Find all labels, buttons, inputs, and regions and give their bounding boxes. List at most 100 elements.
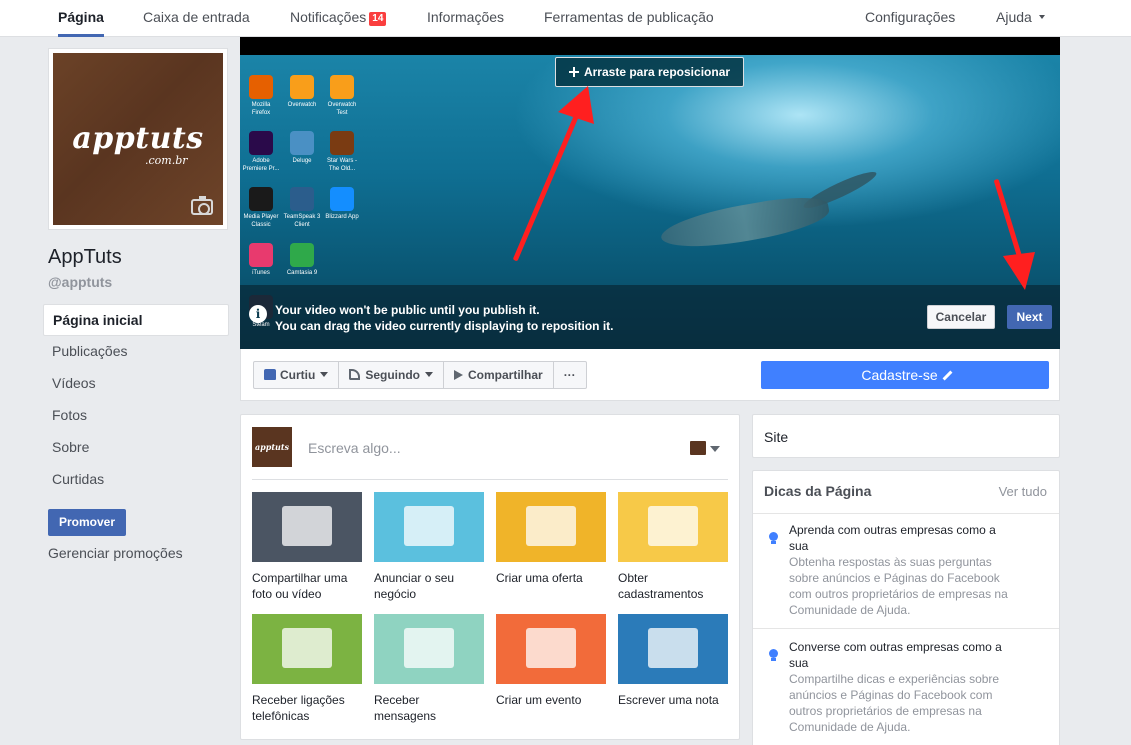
promote-button[interactable]: Promover bbox=[48, 509, 126, 536]
lightbulb-icon bbox=[767, 649, 779, 661]
share-label: Compartilhar bbox=[468, 368, 543, 382]
help-menu[interactable]: Ajuda bbox=[996, 0, 1045, 37]
see-all-link[interactable]: Ver tudo bbox=[999, 484, 1047, 499]
more-options-button[interactable]: ··· bbox=[554, 362, 586, 388]
app-icon bbox=[330, 131, 354, 155]
cover-message-line: Your video won't be public until you pub… bbox=[275, 303, 540, 317]
sidebar-item-videos[interactable]: Vídeos bbox=[43, 368, 229, 400]
tile-graphic bbox=[648, 506, 698, 546]
tab-label: Informações bbox=[427, 9, 505, 25]
tile-label: Obter cadastramentos bbox=[618, 571, 704, 601]
pencil-icon bbox=[942, 370, 953, 381]
drag-to-reposition-button[interactable]: Arraste para reposicionar bbox=[555, 57, 744, 87]
profile-picture[interactable]: apptuts .com.br bbox=[48, 48, 228, 230]
logo-text: apptuts bbox=[72, 121, 204, 156]
camera-icon[interactable] bbox=[191, 196, 213, 215]
chevron-down-icon[interactable] bbox=[710, 446, 720, 452]
composer-tile[interactable]: Obter cadastramentos bbox=[618, 492, 728, 602]
arrow-head-up-icon bbox=[558, 86, 594, 124]
tab-publishing-tools[interactable]: Ferramentas de publicação bbox=[544, 0, 714, 37]
page-name: AppTuts bbox=[48, 246, 122, 268]
tile-label: Escrever uma nota bbox=[618, 693, 719, 707]
logo-subtext: .com.br bbox=[145, 154, 188, 167]
tip-title[interactable]: Aprenda com outras empresas como a sua bbox=[789, 522, 1011, 554]
desktop-icon: Deluge bbox=[283, 131, 321, 165]
liked-button[interactable]: Curtiu bbox=[254, 362, 340, 388]
signup-button[interactable]: Cadastre-se bbox=[761, 361, 1049, 389]
signup-label: Cadastre-se bbox=[861, 367, 938, 383]
desktop-icon-label: Blizzard App bbox=[325, 214, 359, 220]
sidebar-item-photos[interactable]: Fotos bbox=[43, 400, 229, 432]
tab-notifications[interactable]: Notificações 14 bbox=[290, 0, 387, 37]
tab-label: Caixa de entrada bbox=[143, 9, 250, 25]
tile-label: Criar um evento bbox=[496, 693, 582, 707]
tile-label: Receber ligações telefônicas bbox=[252, 693, 345, 723]
tab-label: Notificações bbox=[290, 9, 367, 25]
following-button[interactable]: Seguindo bbox=[339, 362, 444, 388]
tips-title: Dicas da Página bbox=[764, 483, 872, 499]
tab-pagina[interactable]: Página bbox=[58, 0, 104, 37]
composer-tile[interactable]: Anunciar o seu negócio bbox=[374, 492, 484, 602]
tile-illustration-icon bbox=[252, 492, 362, 562]
tile-illustration-icon bbox=[496, 492, 606, 562]
cover-message-line: You can drag the video currently display… bbox=[275, 319, 614, 333]
desktop-icon: TeamSpeak 3 Client bbox=[283, 187, 321, 229]
chevron-down-icon bbox=[1038, 15, 1045, 19]
tab-label: Ferramentas de publicação bbox=[544, 9, 714, 25]
app-icon bbox=[290, 131, 314, 155]
composer-tile[interactable]: Criar uma oferta bbox=[496, 492, 606, 586]
tile-graphic bbox=[648, 628, 698, 668]
page-avatar-mini-icon[interactable] bbox=[690, 441, 706, 455]
settings-label: Configurações bbox=[865, 9, 956, 25]
arrow-head-down-icon bbox=[1003, 252, 1035, 290]
tile-graphic bbox=[282, 506, 332, 546]
tile-illustration-icon bbox=[618, 492, 728, 562]
composer-tile[interactable]: Escrever uma nota bbox=[618, 614, 728, 708]
sidebar-item-posts[interactable]: Publicações bbox=[43, 336, 229, 368]
desktop-icon-label: Mozilla Firefox bbox=[251, 102, 271, 116]
desktop-icon-label: Star Wars - The Old... bbox=[326, 158, 358, 172]
avatar: apptuts bbox=[252, 427, 292, 467]
page-handle[interactable]: @apptuts bbox=[48, 274, 112, 290]
sidebar-item-home[interactable]: Página inicial bbox=[43, 304, 229, 336]
tile-label: Anunciar o seu negócio bbox=[374, 571, 455, 601]
share-button[interactable]: Compartilhar bbox=[444, 362, 554, 388]
manage-promotions-link[interactable]: Gerenciar promoções bbox=[48, 545, 183, 561]
info-icon: i bbox=[249, 305, 267, 323]
tip-description: Compartilhe dicas e experiências sobre a… bbox=[789, 672, 1000, 734]
composer-tile[interactable]: Compartilhar uma foto ou vídeo bbox=[252, 492, 362, 602]
page-actions: Curtiu Seguindo Compartilhar ··· bbox=[253, 361, 587, 389]
share-arrow-icon bbox=[454, 370, 463, 380]
app-icon bbox=[249, 131, 273, 155]
tip-title[interactable]: Converse com outras empresas como a sua bbox=[789, 639, 1011, 671]
app-icon bbox=[249, 243, 273, 267]
composer-tile[interactable]: Receber ligações telefônicas bbox=[252, 614, 362, 724]
tab-insights[interactable]: Informações bbox=[427, 0, 504, 37]
desktop-icon: Mozilla Firefox bbox=[242, 75, 280, 117]
cancel-button[interactable]: Cancelar bbox=[927, 305, 995, 329]
desktop-icon: Overwatch bbox=[283, 75, 321, 109]
sidebar-item-likes[interactable]: Curtidas bbox=[43, 464, 229, 496]
desktop-icon: Blizzard App bbox=[323, 187, 361, 221]
lightbulb-icon bbox=[767, 532, 779, 544]
tile-illustration-icon bbox=[496, 614, 606, 684]
composer-tile[interactable]: Receber mensagens bbox=[374, 614, 484, 724]
composer-tile[interactable]: Criar um evento bbox=[496, 614, 606, 708]
liked-label: Curtiu bbox=[280, 368, 316, 382]
app-icon bbox=[249, 75, 273, 99]
help-label: Ajuda bbox=[996, 9, 1032, 25]
tile-illustration-icon bbox=[252, 614, 362, 684]
tile-label: Compartilhar uma foto ou vídeo bbox=[252, 571, 348, 601]
desktop-icon-label: TeamSpeak 3 Client bbox=[283, 214, 321, 228]
desktop-icon-label: Media Player Classic bbox=[243, 214, 279, 228]
notification-badge: 14 bbox=[369, 12, 387, 26]
site-card[interactable]: Site bbox=[752, 414, 1060, 458]
tab-inbox[interactable]: Caixa de entrada bbox=[143, 0, 250, 37]
compose-input[interactable]: Escreva algo... bbox=[308, 440, 401, 456]
next-button[interactable]: Next bbox=[1007, 305, 1052, 329]
thumbs-up-icon bbox=[264, 369, 276, 380]
sidebar-item-about[interactable]: Sobre bbox=[43, 432, 229, 464]
cover-video[interactable]: Mozilla Firefox Overwatch Overwatch Test Ad… bbox=[240, 37, 1060, 349]
settings-link[interactable]: Configurações bbox=[865, 0, 955, 37]
tab-label: Página bbox=[58, 9, 104, 25]
